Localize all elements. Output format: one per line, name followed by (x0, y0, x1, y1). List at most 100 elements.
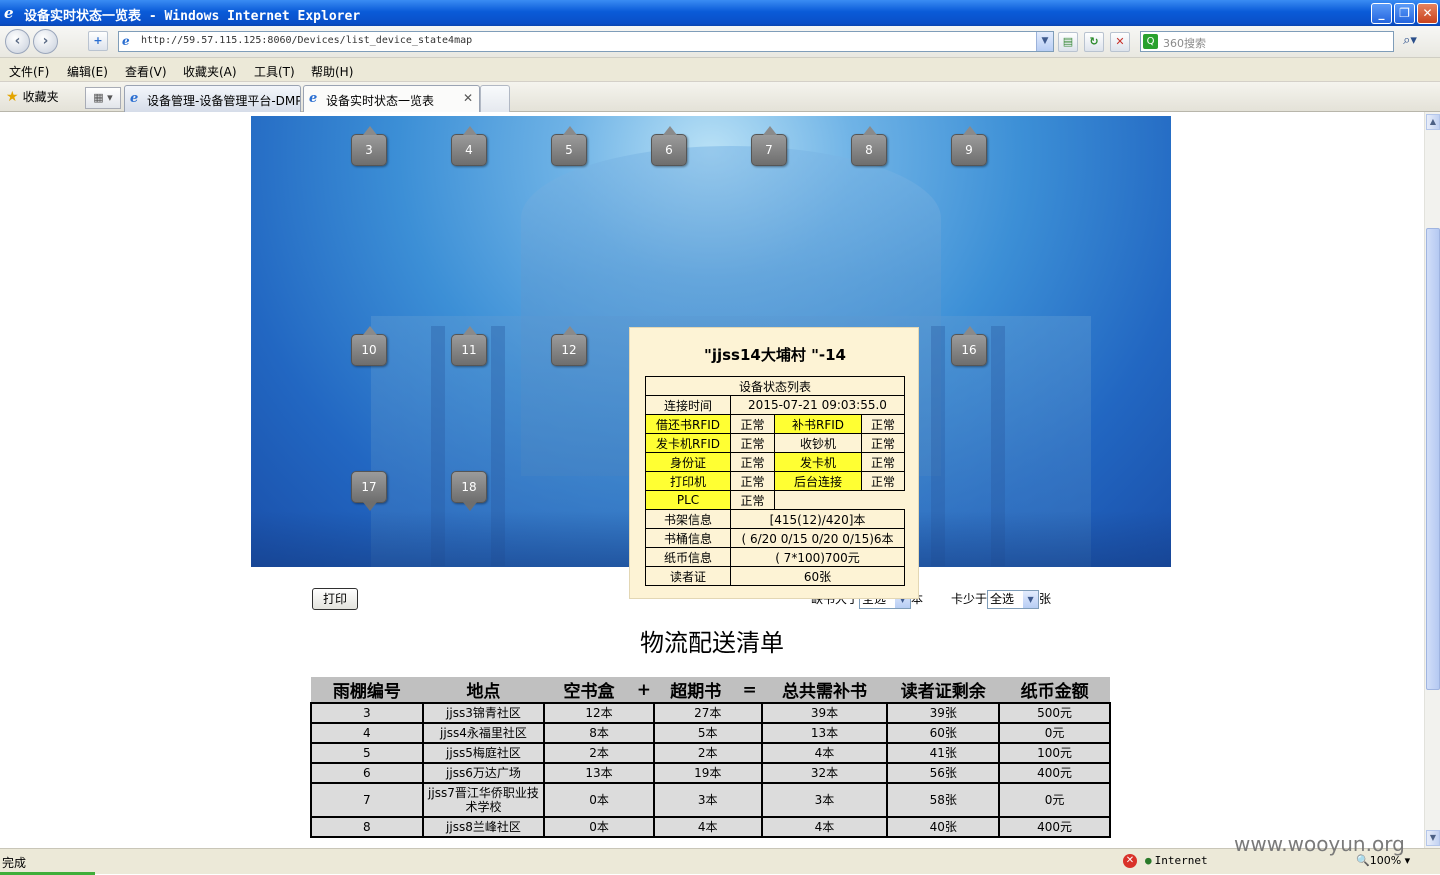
card-filter: 卡少于 全选 ▼ 张 (951, 590, 1051, 609)
device-marker-8[interactable]: 8 (851, 126, 887, 166)
address-dropdown-icon[interactable]: ▼ (1036, 32, 1053, 51)
quick-tabs-icon[interactable]: ▦ ▾ (85, 87, 121, 109)
table-cell: 13本 (543, 762, 655, 784)
table-cell: 5 (310, 742, 424, 764)
table-cell: 4 (310, 722, 424, 744)
scroll-up-icon[interactable]: ▲ (1426, 114, 1440, 130)
print-button[interactable]: 打印 (312, 588, 358, 610)
menu-file[interactable]: 文件(F) (9, 63, 49, 80)
device-marker-3[interactable]: 3 (351, 126, 387, 166)
close-tab-icon[interactable]: ✕ (463, 91, 473, 105)
table-cell: 0元 (998, 782, 1111, 818)
table-cell: 12本 (543, 702, 655, 724)
device-name: 发卡机RFID (645, 433, 731, 453)
page-content: 3 4 5 6 7 8 9 10 11 12 16 17 18 打印 缺书大于全… (0, 112, 1424, 848)
table-row: 3 jjss3锦青社区 12本 27本 39本 39张 500元 (310, 702, 1111, 724)
close-button[interactable]: ✕ (1417, 3, 1438, 24)
table-cell: 0本 (543, 816, 655, 838)
maximize-button[interactable]: ❐ (1394, 3, 1415, 24)
back-button[interactable]: ‹ (5, 29, 30, 54)
device-state: 正常 (861, 433, 905, 453)
table-cell: jjss5梅庭社区 (421, 742, 546, 764)
table-cell: 100元 (998, 742, 1111, 764)
device-name: 借还书RFID (645, 414, 731, 434)
table-row: 纸币信息 ( 7*100)700元 (645, 547, 905, 567)
device-state: 正常 (730, 433, 775, 453)
device-marker-9[interactable]: 9 (951, 126, 987, 166)
tab-device-management[interactable]: e 设备管理-设备管理平台-DMP (124, 85, 301, 112)
blocked-icon[interactable]: ✕ (1123, 854, 1137, 868)
device-marker-5[interactable]: 5 (551, 126, 587, 166)
device-name: 发卡机 (774, 452, 862, 472)
device-marker-4[interactable]: 4 (451, 126, 487, 166)
vertical-scrollbar[interactable]: ▲ ▼ (1424, 112, 1440, 848)
table-cell: 8 (310, 816, 424, 838)
security-zone[interactable]: ● Internet (1145, 854, 1208, 867)
stop-icon[interactable]: ✕ (1110, 32, 1130, 52)
device-marker-17[interactable]: 17 (351, 471, 387, 511)
info-label: 书桶信息 (645, 528, 731, 548)
menu-favorites[interactable]: 收藏夹(A) (183, 63, 237, 80)
zone-label: Internet (1154, 854, 1208, 867)
device-marker-12[interactable]: 12 (551, 326, 587, 366)
device-name: 补书RFID (774, 414, 862, 434)
ie-tab-icon: e (130, 91, 139, 106)
page-icon: e (122, 34, 130, 48)
forward-button[interactable]: › (33, 29, 58, 54)
device-name: 身份证 (645, 452, 731, 472)
search-icon[interactable]: ⌕▾ (1398, 31, 1422, 52)
device-marker-6[interactable]: 6 (651, 126, 687, 166)
device-state: 正常 (730, 414, 775, 434)
new-tab-button[interactable] (480, 85, 510, 112)
status-text: 完成 (2, 856, 27, 870)
table-cell: 5本 (652, 722, 763, 744)
table-row: PLC 正常 (645, 490, 905, 510)
table-cell: 0元 (998, 722, 1111, 744)
menu-edit[interactable]: 编辑(E) (67, 63, 108, 80)
device-marker-18[interactable]: 18 (451, 471, 487, 511)
table-row: 打印机 正常 后台连接 正常 (645, 471, 905, 491)
card-filter-select[interactable]: 全选 ▼ (987, 590, 1040, 609)
compat-view-icon[interactable]: ▤ (1058, 32, 1078, 52)
card-filter-unit: 张 (1039, 592, 1052, 606)
minimize-button[interactable]: _ (1371, 3, 1392, 24)
chevron-down-icon: ▼ (1023, 591, 1039, 608)
address-input[interactable]: e http://59.57.115.125:8060/Devices/list… (118, 31, 1054, 52)
device-marker-7[interactable]: 7 (751, 126, 787, 166)
table-cell: 39本 (760, 702, 889, 724)
add-page-icon[interactable]: + (88, 31, 108, 51)
info-label: 读者证 (645, 566, 731, 586)
search-engine-icon: Q (1143, 34, 1158, 49)
table-row: 6 jjss6万达广场 13本 19本 32本 56张 400元 (310, 762, 1111, 784)
card-filter-value: 全选 (990, 592, 1015, 606)
table-cell: 19本 (652, 762, 763, 784)
device-status-popup: "jjss14大埔村 "-14 设备状态列表 连接时间 2015-07-21 0… (629, 327, 919, 599)
title-bar: e 设备实时状态一览表 - Windows Internet Explorer … (0, 0, 1440, 26)
device-marker-16[interactable]: 16 (951, 326, 987, 366)
table-cell: 8本 (543, 722, 655, 744)
ie-tab-icon: e (309, 91, 318, 106)
menu-view[interactable]: 查看(V) (125, 63, 167, 80)
device-marker-10[interactable]: 10 (351, 326, 387, 366)
scroll-thumb[interactable] (1426, 228, 1440, 690)
favorites-button[interactable]: ★ 收藏夹 (6, 88, 59, 105)
table-row: 借还书RFID 正常 补书RFID 正常 (645, 414, 905, 434)
ie-logo-icon: e (4, 4, 14, 22)
menu-help[interactable]: 帮助(H) (311, 63, 353, 80)
col-header: 雨棚编号 (311, 677, 423, 704)
table-cell: 400元 (998, 816, 1111, 838)
col-header: 读者证剩余 (887, 677, 1000, 704)
info-value: ( 6/20 0/15 0/20 0/15)6本 (730, 528, 905, 548)
table-cell: jjss3锦青社区 (421, 702, 546, 724)
table-row: 书架信息 [415(12)/420]本 (645, 509, 905, 529)
table-cell: 60张 (886, 722, 1001, 744)
device-marker-11[interactable]: 11 (451, 326, 487, 366)
search-input[interactable]: Q 360搜索 (1140, 31, 1394, 52)
table-cell: 58张 (886, 782, 1001, 818)
table-cell: 3本 (652, 782, 763, 818)
menu-tools[interactable]: 工具(T) (254, 63, 295, 80)
table-cell: 3本 (760, 782, 889, 818)
scroll-down-icon[interactable]: ▼ (1426, 830, 1440, 846)
refresh-icon[interactable]: ↻ (1084, 32, 1104, 52)
tab-device-status[interactable]: e 设备实时状态一览表 ✕ (303, 85, 480, 112)
